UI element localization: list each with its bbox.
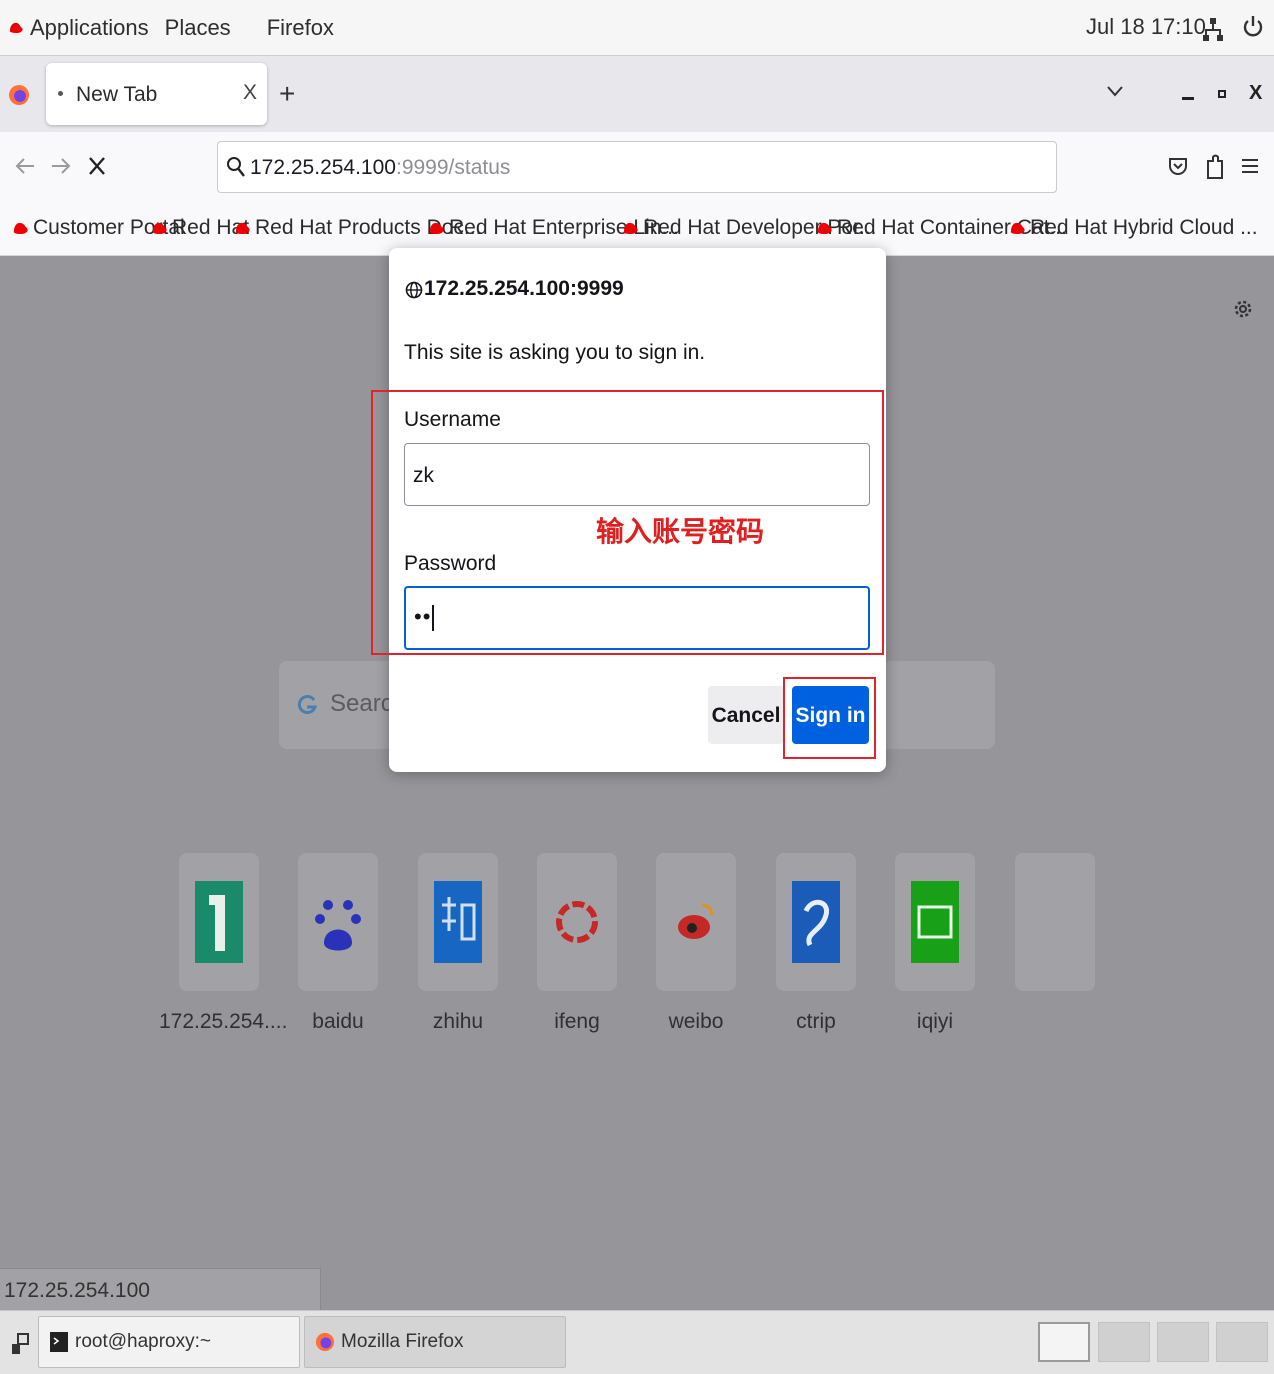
clock[interactable]: Jul 18 17:10	[1086, 14, 1206, 40]
taskbar-firefox[interactable]: Mozilla Firefox	[304, 1316, 566, 1368]
redhat-icon	[623, 222, 638, 234]
tile-label: weibo	[668, 1010, 724, 1033]
workspace-1[interactable]	[1038, 1322, 1090, 1362]
weibo-icon	[678, 903, 714, 939]
cancel-button[interactable]: Cancel	[708, 686, 784, 744]
redhat-icon	[817, 222, 832, 234]
taskbar-terminal[interactable]: root@haproxy:~	[38, 1316, 300, 1368]
minimize-button[interactable]	[1182, 97, 1194, 100]
show-desktop-icon[interactable]	[10, 1332, 30, 1356]
redhat-icon	[152, 222, 167, 234]
url-path: :9999/status	[395, 156, 511, 179]
tile-label: 172.25.254....	[159, 1010, 288, 1033]
workspace-3[interactable]	[1157, 1322, 1209, 1362]
firefox-view-icon[interactable]	[8, 84, 30, 106]
redhat-icon	[235, 222, 250, 234]
gear-icon[interactable]	[1232, 296, 1254, 322]
tile-label: ifeng	[554, 1010, 600, 1033]
hamburger-menu-icon[interactable]	[1242, 158, 1258, 174]
forward-arrow-icon[interactable]	[50, 155, 72, 177]
workspace-4[interactable]	[1216, 1322, 1268, 1362]
tile-label: baidu	[312, 1010, 364, 1033]
tab-title: New Tab	[76, 83, 158, 106]
annotation-highlight-box	[371, 390, 884, 655]
search-icon	[227, 157, 245, 177]
tab-loading-dot	[58, 91, 63, 96]
ctrip-icon	[792, 881, 840, 963]
annotation-highlight-button	[783, 677, 876, 759]
places-menu[interactable]: Places	[165, 15, 231, 41]
taskbar-label: Mozilla Firefox	[341, 1331, 464, 1352]
terminal-icon	[50, 1332, 68, 1352]
globe-icon	[405, 281, 423, 299]
applications-menu[interactable]: Applications	[30, 15, 149, 41]
tile-label: ctrip	[796, 1010, 836, 1033]
stop-loading-icon[interactable]	[86, 154, 108, 178]
chevron-down-icon[interactable]	[1106, 84, 1124, 98]
workspace-2[interactable]	[1098, 1322, 1150, 1362]
bookmark-hybrid-cloud[interactable]: Red Hat Hybrid Cloud ...	[1009, 216, 1258, 240]
url-host: 172.25.254.100	[250, 156, 396, 179]
bookmark-label: Red Hat Hybrid Cloud ...	[1030, 216, 1258, 239]
status-link-text: 172.25.254.100	[0, 1268, 321, 1310]
firefox-app-menu[interactable]: Firefox	[267, 15, 334, 41]
tile-label: iqiyi	[916, 1010, 954, 1033]
zhihu-icon	[434, 881, 482, 963]
empty-tile[interactable]	[1015, 853, 1095, 991]
redhat-icon	[9, 22, 23, 33]
back-arrow-icon[interactable]	[14, 155, 36, 177]
new-tab-button[interactable]: +	[279, 80, 295, 108]
redhat-icon	[429, 222, 444, 234]
tab-close-icon[interactable]: X	[243, 81, 257, 105]
tab-new-tab[interactable]: New Tab X	[46, 63, 267, 125]
gnome-top-bar: Applications Places Firefox Jul 18 17:10	[0, 0, 1274, 56]
maximize-button[interactable]	[1218, 90, 1226, 98]
172-tile-icon	[195, 881, 243, 963]
extensions-icon[interactable]	[1204, 153, 1226, 181]
power-icon[interactable]	[1242, 14, 1264, 40]
redhat-icon	[13, 222, 28, 234]
pocket-icon[interactable]	[1168, 156, 1188, 178]
google-icon	[297, 695, 318, 714]
firefox-icon	[315, 1332, 335, 1352]
tile-label: zhihu	[432, 1010, 484, 1033]
window-close-button[interactable]: X	[1249, 82, 1262, 105]
dialog-host: 172.25.254.100:9999	[424, 277, 624, 300]
network-icon[interactable]	[1203, 16, 1223, 42]
taskbar-label: root@haproxy:~	[75, 1331, 211, 1352]
dialog-message: This site is asking you to sign in.	[404, 341, 706, 364]
iqiyi-icon	[911, 881, 959, 963]
baidu-icon	[315, 900, 361, 951]
url-text[interactable]: 172.25.254.100:9999/status	[250, 156, 510, 180]
redhat-icon	[1010, 222, 1025, 234]
url-bar[interactable]: 172.25.254.100:9999/status	[217, 141, 1057, 193]
ifeng-icon	[556, 901, 598, 943]
